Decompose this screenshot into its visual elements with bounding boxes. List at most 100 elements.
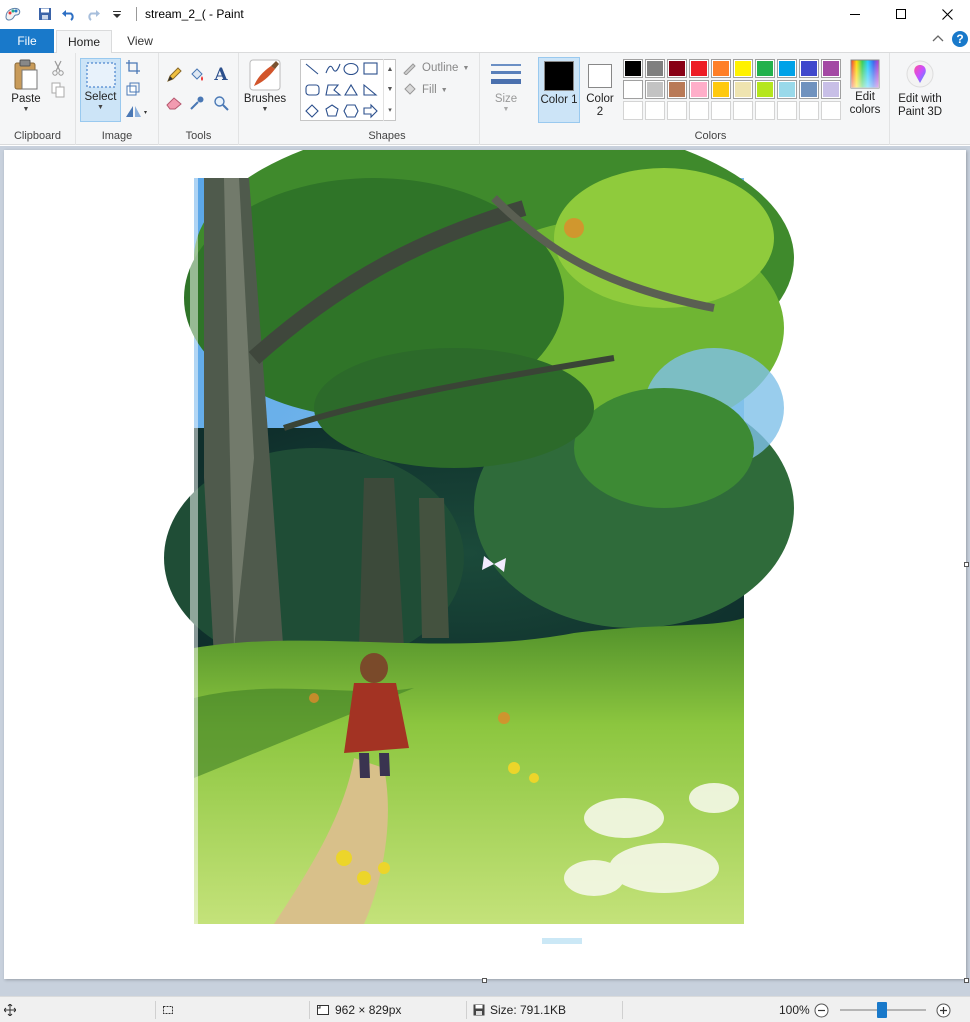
polygon-shape-icon[interactable] <box>325 84 342 96</box>
right-triangle-shape-icon[interactable] <box>363 83 378 96</box>
palette-custom-color-slot[interactable] <box>821 101 841 120</box>
tab-view[interactable]: View <box>118 30 162 53</box>
color-2-button[interactable]: Color 2 <box>582 58 618 119</box>
select-label: Select <box>84 91 117 103</box>
palette-color-swatch[interactable] <box>645 59 665 78</box>
palette-custom-color-slot[interactable] <box>777 101 797 120</box>
palette-custom-color-slot[interactable] <box>755 101 775 120</box>
canvas-resize-handle-corner[interactable] <box>964 978 969 983</box>
shapes-more-icon[interactable]: ▾ <box>388 106 392 114</box>
palette-color-swatch[interactable] <box>777 80 797 99</box>
zoom-slider-thumb[interactable] <box>877 1002 887 1018</box>
palette-color-swatch[interactable] <box>733 80 753 99</box>
eraser-icon[interactable] <box>165 94 183 112</box>
size-icon <box>491 64 521 84</box>
palette-custom-color-slot[interactable] <box>645 101 665 120</box>
paste-label: Paste <box>11 93 41 105</box>
palette-color-fill <box>779 82 795 97</box>
text-tool-icon[interactable]: A <box>212 65 230 85</box>
zoom-in-button[interactable] <box>936 997 951 1022</box>
palette-color-swatch[interactable] <box>799 59 819 78</box>
pentagon-shape-icon[interactable] <box>325 104 339 117</box>
resize-icon[interactable] <box>124 80 142 98</box>
shapes-gallery[interactable] <box>300 59 396 121</box>
palette-color-swatch[interactable] <box>689 80 709 99</box>
collapse-ribbon-icon[interactable] <box>932 34 944 44</box>
canvas-resize-handle-right[interactable] <box>964 562 969 567</box>
colors-group: Color 1 Color 2 Edit colors Colors <box>532 53 890 145</box>
palette-color-swatch[interactable] <box>821 59 841 78</box>
edit-colors-icon <box>850 59 880 89</box>
paste-button[interactable]: Paste ▼ <box>8 59 44 114</box>
zoom-out-button[interactable] <box>814 997 829 1022</box>
clipboard-group-label: Clipboard <box>13 130 62 142</box>
drawing-canvas[interactable] <box>4 150 966 979</box>
palette-color-swatch[interactable] <box>711 80 731 99</box>
palette-color-fill <box>625 82 641 97</box>
rectangle-shape-icon[interactable] <box>363 62 378 75</box>
rotate-icon[interactable] <box>124 102 150 120</box>
palette-color-swatch[interactable] <box>623 59 643 78</box>
oval-shape-icon[interactable] <box>343 62 359 76</box>
crop-icon[interactable] <box>124 58 142 76</box>
palette-custom-color-slot[interactable] <box>733 101 753 120</box>
palette-color-swatch[interactable] <box>777 59 797 78</box>
fill-button[interactable]: Fill ▼ <box>402 83 448 97</box>
tab-file[interactable]: File <box>0 29 54 53</box>
close-button[interactable] <box>924 0 970 28</box>
select-button[interactable]: Select ▼ <box>80 61 121 112</box>
diamond-shape-icon[interactable] <box>305 104 319 118</box>
paste-icon <box>14 59 38 90</box>
undo-icon[interactable] <box>58 3 80 25</box>
triangle-shape-icon[interactable] <box>344 83 358 96</box>
palette-color-swatch[interactable] <box>821 80 841 99</box>
redo-icon[interactable] <box>82 3 104 25</box>
outline-button[interactable]: Outline ▼ <box>402 61 469 75</box>
magnifier-icon[interactable] <box>212 94 230 112</box>
palette-color-swatch[interactable] <box>623 80 643 99</box>
shapes-scroll[interactable]: ▲ ▼ ▾ <box>383 59 396 121</box>
palette-color-fill <box>625 103 641 118</box>
canvas-resize-handle-bottom[interactable] <box>482 978 487 983</box>
edit-colors-button[interactable]: Edit colors <box>845 59 885 117</box>
copy-icon[interactable] <box>49 81 67 99</box>
palette-color-swatch[interactable] <box>645 80 665 99</box>
color-1-button[interactable]: Color 1 <box>538 57 580 123</box>
fill-bucket-icon[interactable] <box>188 66 206 84</box>
help-icon[interactable]: ? <box>952 31 968 47</box>
palette-color-swatch[interactable] <box>689 59 709 78</box>
palette-color-swatch[interactable] <box>667 59 687 78</box>
pencil-icon[interactable] <box>165 66 183 84</box>
palette-color-swatch[interactable] <box>799 80 819 99</box>
line-shape-icon[interactable] <box>305 63 319 75</box>
customize-toolbar-icon[interactable] <box>106 3 128 25</box>
maximize-button[interactable] <box>878 0 924 28</box>
palette-color-swatch[interactable] <box>711 59 731 78</box>
palette-custom-color-slot[interactable] <box>667 101 687 120</box>
palette-color-swatch[interactable] <box>667 80 687 99</box>
palette-color-swatch[interactable] <box>755 80 775 99</box>
shapes-scroll-down-icon[interactable]: ▼ <box>387 86 394 93</box>
palette-custom-color-slot[interactable] <box>799 101 819 120</box>
canvas-workspace[interactable] <box>0 146 970 996</box>
shapes-scroll-up-icon[interactable]: ▲ <box>387 66 394 73</box>
brush-icon <box>249 59 281 91</box>
paint-app-icon[interactable] <box>2 3 24 25</box>
edit-with-paint3d-button[interactable]: Edit with Paint 3D <box>893 59 947 119</box>
minimize-button[interactable] <box>832 0 878 28</box>
palette-color-swatch[interactable] <box>755 59 775 78</box>
tab-home[interactable]: Home <box>56 30 112 54</box>
save-icon[interactable] <box>34 3 56 25</box>
palette-custom-color-slot[interactable] <box>689 101 709 120</box>
palette-custom-color-slot[interactable] <box>711 101 731 120</box>
rounded-rectangle-shape-icon[interactable] <box>305 84 320 96</box>
cut-icon[interactable] <box>49 59 67 77</box>
palette-custom-color-slot[interactable] <box>623 101 643 120</box>
palette-color-swatch[interactable] <box>733 59 753 78</box>
brushes-button[interactable]: Brushes ▼ <box>244 59 286 114</box>
hexagon-shape-icon[interactable] <box>343 104 359 118</box>
color-picker-icon[interactable] <box>188 94 206 112</box>
arrow-shape-icon[interactable] <box>363 103 378 119</box>
curve-shape-icon[interactable] <box>325 63 341 74</box>
size-button[interactable]: Size ▼ <box>487 61 525 114</box>
